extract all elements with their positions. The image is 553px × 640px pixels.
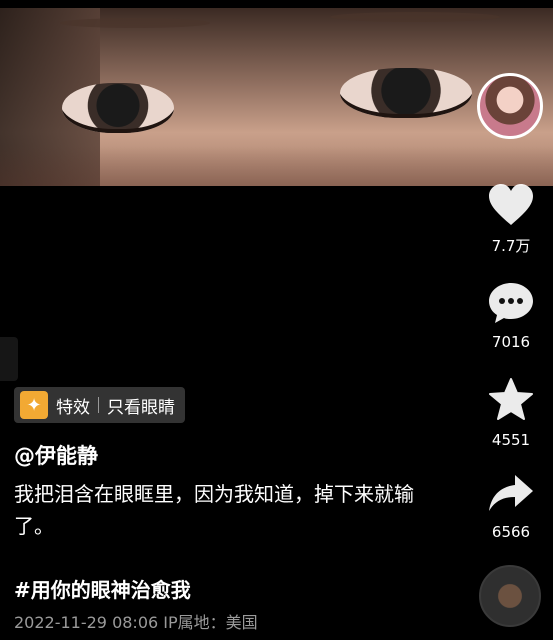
favorite-button[interactable]: 4551 [484,377,538,449]
comment-icon [489,283,533,323]
comment-button[interactable]: 7016 [484,281,538,351]
ip-location: IP属地：美国 [163,613,258,632]
video-frame[interactable] [0,8,553,186]
heart-icon [489,184,533,225]
share-button[interactable]: 6566 [484,473,538,541]
favorite-count: 4551 [491,431,531,449]
left-eye [62,83,174,133]
video-shade [0,146,553,186]
like-count: 7.7万 [491,237,531,255]
tag-divider [98,397,99,413]
effect-tag[interactable]: ✦ 特效 只看眼睛 [14,387,185,423]
sparkle-icon: ✦ [20,391,48,419]
side-handle [0,337,18,381]
avatar[interactable] [477,73,543,139]
like-button[interactable]: 7.7万 [484,183,538,256]
right-eyebrow [330,12,500,22]
right-eye [340,68,472,118]
star-icon [489,378,533,420]
comment-count: 7016 [491,333,531,351]
share-icon [489,475,533,511]
post-date: 2022-11-29 08:06 [14,613,159,632]
music-disc[interactable] [479,565,541,627]
hashtag-link[interactable]: #用你的眼神治愈我 [14,574,191,603]
author-handle[interactable]: @伊能静 [14,440,98,470]
share-count: 6566 [491,523,531,541]
post-meta: 2022-11-29 08:06 IP属地：美国 [14,609,258,633]
effect-label: 特效 [56,397,90,418]
effect-name: 只看眼睛 [107,397,175,418]
left-eyebrow [60,18,210,28]
video-caption: 我把泪含在眼眶里，因为我知道，掉下来就输了。 [14,482,414,538]
